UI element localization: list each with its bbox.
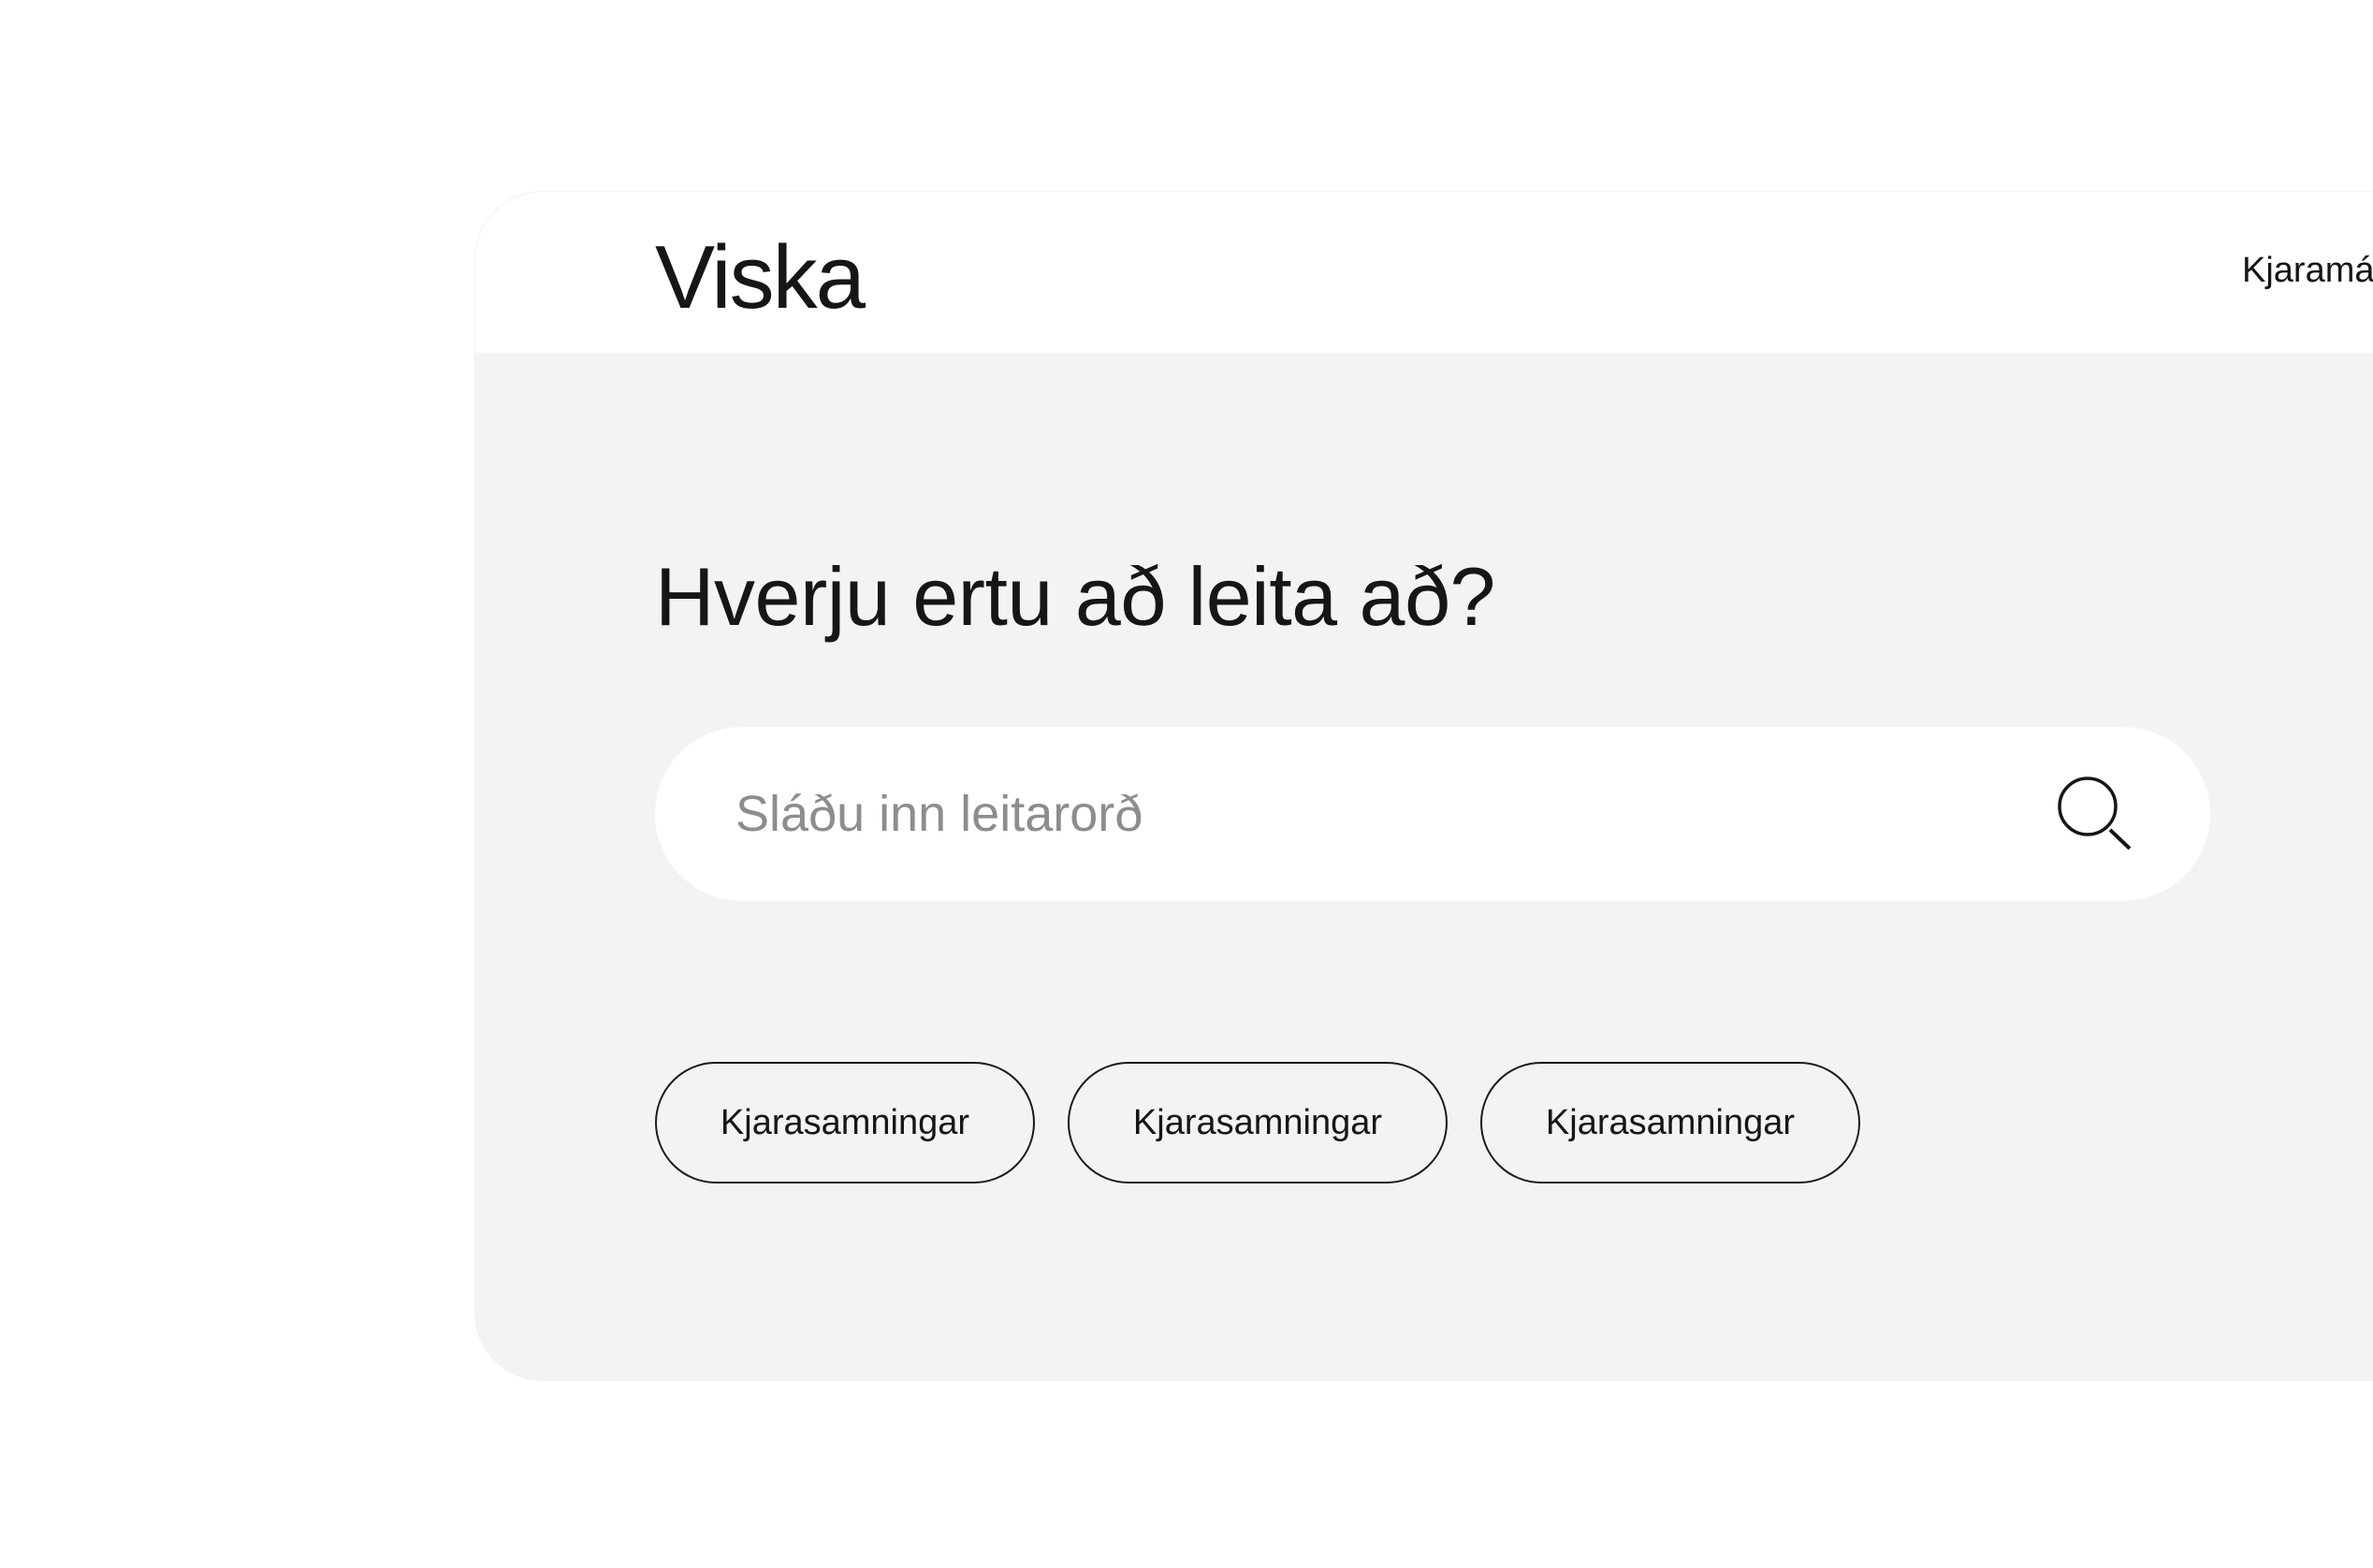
search-icon	[2058, 777, 2132, 850]
logo[interactable]: Viska	[655, 233, 866, 323]
nav-link-kjaramal[interactable]: Kjaramá	[2242, 250, 2373, 293]
search-bar	[655, 727, 2210, 901]
suggestion-chip[interactable]: Kjarasamningar	[1480, 1062, 1860, 1183]
search-button[interactable]	[2052, 772, 2134, 854]
suggestion-chip[interactable]: Kjarasamningar	[1068, 1062, 1448, 1183]
page-title: Hverju ertu að leita að?	[655, 550, 1495, 643]
suggestion-chips: Kjarasamningar Kjarasamningar Kjarasamni…	[655, 1062, 1860, 1183]
suggestion-chip[interactable]: Kjarasamningar	[655, 1062, 1035, 1183]
site-header: Viska Kjaramá	[475, 192, 2373, 353]
app-window: Viska Kjaramá Hverju ertu að leita að? K…	[475, 192, 2373, 1380]
search-input[interactable]	[735, 727, 2008, 901]
